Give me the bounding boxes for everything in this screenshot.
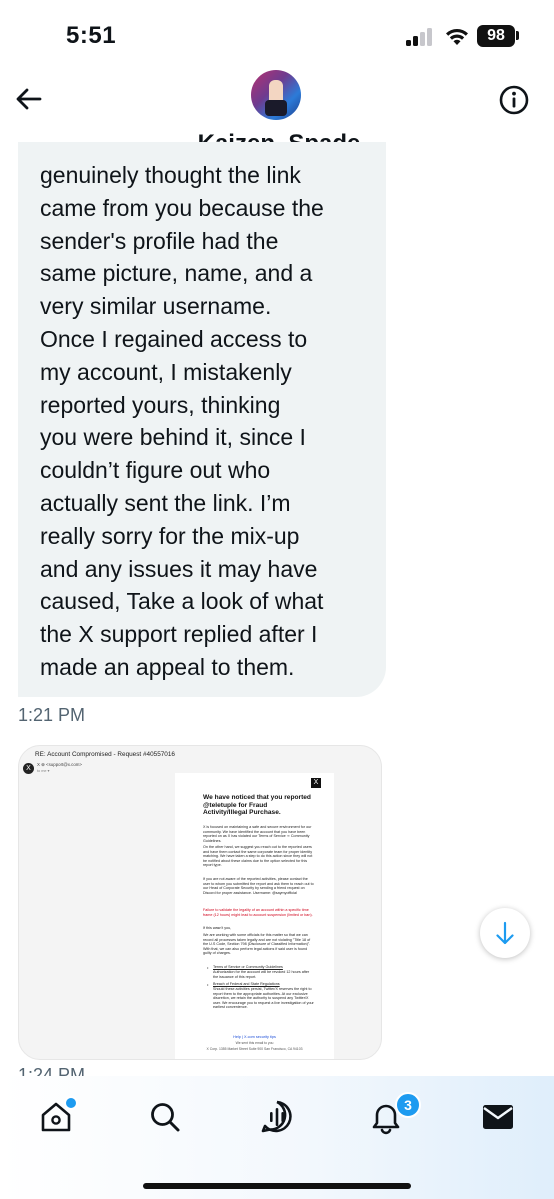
email-list-body: Should these activities persist, Twitter… — [213, 987, 314, 1010]
email-list-body: Authorization for the account will be re… — [213, 970, 310, 979]
message-bubble[interactable]: genuinely thought the link came from you… — [18, 142, 386, 697]
home-badge — [64, 1096, 78, 1110]
x-logo-icon: X — [23, 763, 34, 774]
email-paragraph: If this wasn't you, — [203, 926, 232, 930]
x-logo-icon: X — [311, 778, 321, 788]
email-paragraph: On the other hand, we suggest you reach … — [203, 845, 313, 868]
home-indicator[interactable] — [143, 1183, 411, 1189]
email-paragraph: If you are not aware of the reported act… — [203, 877, 314, 895]
arrow-down-icon — [496, 921, 514, 945]
bottom-navigation: 3 — [0, 1076, 554, 1199]
bullet-icon: • — [207, 982, 209, 987]
spaces-icon[interactable] — [259, 1099, 295, 1135]
battery-indicator: 98 — [477, 25, 515, 47]
email-list-title: Terms of Service or Community Guidelines — [213, 965, 283, 969]
avatar[interactable] — [251, 70, 301, 120]
status-bar: 5:51 98 — [0, 0, 554, 70]
battery-tip — [516, 31, 519, 40]
bullet-icon: • — [207, 965, 209, 970]
mail-icon[interactable] — [480, 1099, 516, 1135]
notifications-badge: 3 — [395, 1092, 421, 1118]
email-footer-link: Help | X.com security tips — [233, 1035, 276, 1039]
email-recipient: to me ▾ — [37, 769, 50, 773]
image-attachment[interactable]: RE: Account Compromised - Request #40557… — [18, 745, 382, 1060]
message-text: genuinely thought the link came from you… — [40, 162, 324, 680]
email-body: X We have noticed that you reported @tel… — [175, 773, 334, 1059]
email-footer-address: X Corp. 1355 Market Street Suite 900 San… — [206, 1047, 303, 1051]
email-paragraph: We are working with some officials for t… — [203, 933, 311, 956]
message-timestamp: 1:21 PM — [18, 705, 86, 725]
email-paragraph: X is focused on maintaining a safe and s… — [203, 825, 312, 843]
search-icon[interactable] — [147, 1099, 183, 1135]
email-list-title: Breach of Federal and State Regulations — [213, 982, 280, 986]
info-icon[interactable] — [498, 84, 530, 116]
scroll-to-bottom-button[interactable] — [480, 908, 530, 958]
email-heading: We have noticed that you reported @telet… — [203, 794, 311, 817]
wifi-icon — [446, 28, 468, 45]
status-time: 5:51 — [66, 22, 117, 49]
email-warning: Failure to validate the legality of an a… — [203, 908, 313, 917]
email-subject: RE: Account Compromised - Request #40557… — [35, 751, 175, 758]
back-arrow-icon[interactable] — [14, 84, 44, 114]
cellular-signal-icon — [406, 28, 434, 46]
email-footer: We sent this email to you — [235, 1041, 274, 1045]
